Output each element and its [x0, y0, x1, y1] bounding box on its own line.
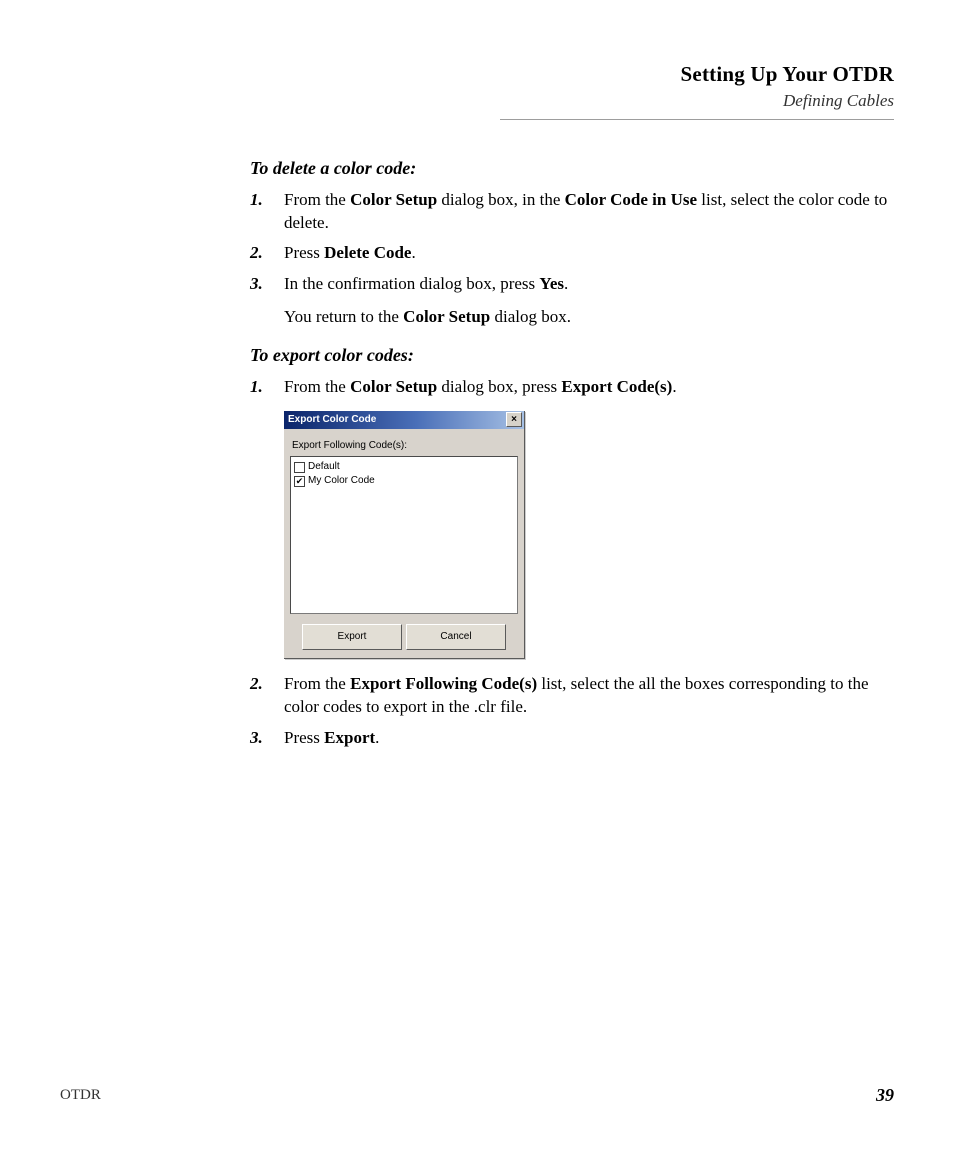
page-header: Setting Up Your OTDR Defining Cables — [500, 60, 894, 113]
page-number: 39 — [876, 1083, 894, 1107]
content: To delete a color code: 1. From the Colo… — [250, 156, 894, 750]
check-icon: ✔ — [296, 477, 304, 486]
step-text: Press Delete Code. — [284, 242, 894, 265]
list-item-label: Default — [308, 460, 340, 474]
page: Setting Up Your OTDR Defining Cables To … — [0, 0, 954, 1159]
section2-steps-cont: 2. From the Export Following Code(s) lis… — [250, 673, 894, 750]
bold-text: Color Code in Use — [565, 190, 697, 209]
header-title: Setting Up Your OTDR — [500, 60, 894, 88]
dialog-body: Export Following Code(s): Default ✔ My C… — [284, 429, 524, 659]
text: . — [411, 243, 415, 262]
section2-title: To export color codes: — [250, 343, 894, 367]
bold-text: Color Setup — [350, 190, 437, 209]
step-text: From the Color Setup dialog box, in the … — [284, 189, 894, 235]
bold-text: Yes — [539, 274, 564, 293]
text: From the — [284, 674, 350, 693]
text: . — [672, 377, 676, 396]
step-item: 2. From the Export Following Code(s) lis… — [250, 673, 894, 719]
list-item-label: My Color Code — [308, 474, 375, 488]
cancel-button[interactable]: Cancel — [406, 624, 506, 650]
step-item: 1. From the Color Setup dialog box, in t… — [250, 189, 894, 235]
section2-steps: 1. From the Color Setup dialog box, pres… — [250, 376, 894, 399]
step-item: 3. Press Export. — [250, 727, 894, 750]
export-button[interactable]: Export — [302, 624, 402, 650]
step-number: 2. — [250, 673, 284, 696]
text: Press — [284, 243, 324, 262]
text: In the confirmation dialog box, press — [284, 274, 539, 293]
text: Press — [284, 728, 324, 747]
text: From the — [284, 190, 350, 209]
dialog-titlebar: Export Color Code × — [284, 411, 524, 429]
step-text: From the Export Following Code(s) list, … — [284, 673, 894, 719]
section1-title: To delete a color code: — [250, 156, 894, 180]
dialog-figure: Export Color Code × Export Following Cod… — [284, 411, 894, 660]
close-icon: × — [511, 415, 517, 425]
checkbox[interactable] — [294, 462, 305, 473]
step-text: From the Color Setup dialog box, press E… — [284, 376, 894, 399]
dialog-title: Export Color Code — [288, 413, 376, 427]
step-number: 2. — [250, 242, 284, 265]
close-button[interactable]: × — [506, 412, 522, 427]
step-text: In the confirmation dialog box, press Ye… — [284, 273, 894, 329]
step-number: 3. — [250, 273, 284, 296]
step-item: 1. From the Color Setup dialog box, pres… — [250, 376, 894, 399]
text: . — [564, 274, 568, 293]
bold-text: Export Following Code(s) — [350, 674, 537, 693]
bold-text: Delete Code — [324, 243, 411, 262]
step-text: Press Export. — [284, 727, 894, 750]
text: You return to the — [284, 307, 403, 326]
step-item: 3. In the confirmation dialog box, press… — [250, 273, 894, 329]
step-number: 1. — [250, 376, 284, 399]
export-list: Default ✔ My Color Code — [290, 456, 518, 614]
step-number: 3. — [250, 727, 284, 750]
bold-text: Color Setup — [350, 377, 437, 396]
text: dialog box, in the — [437, 190, 564, 209]
text: dialog box. — [490, 307, 571, 326]
bold-text: Export — [324, 728, 375, 747]
checkbox[interactable]: ✔ — [294, 476, 305, 487]
dialog-label: Export Following Code(s): — [292, 439, 516, 453]
bold-text: Color Setup — [403, 307, 490, 326]
dialog-button-row: Export Cancel — [290, 624, 518, 650]
step-number: 1. — [250, 189, 284, 212]
bold-text: Export Code(s) — [561, 377, 672, 396]
text: dialog box, press — [437, 377, 561, 396]
header-rule — [500, 119, 894, 120]
header-subtitle: Defining Cables — [500, 90, 894, 113]
text: . — [375, 728, 379, 747]
export-color-code-dialog: Export Color Code × Export Following Cod… — [284, 411, 525, 660]
list-item[interactable]: Default — [294, 460, 514, 474]
page-footer: OTDR 39 — [60, 1083, 894, 1107]
footer-left: OTDR — [60, 1085, 101, 1105]
section1-steps: 1. From the Color Setup dialog box, in t… — [250, 189, 894, 330]
list-item[interactable]: ✔ My Color Code — [294, 474, 514, 488]
step-item: 2. Press Delete Code. — [250, 242, 894, 265]
text: From the — [284, 377, 350, 396]
